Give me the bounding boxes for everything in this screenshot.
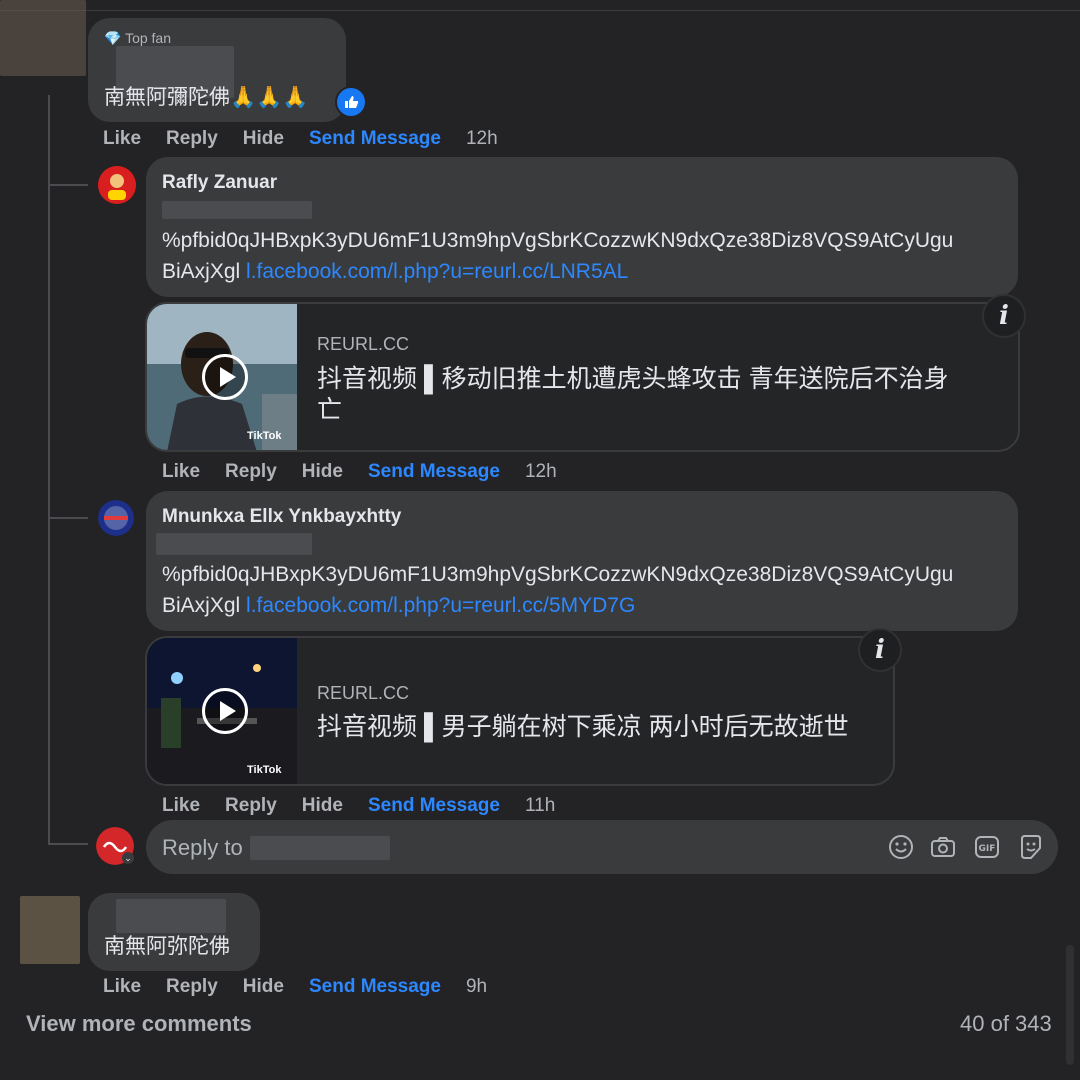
smile-icon[interactable]	[886, 832, 916, 862]
comment-actions: Like Reply Hide Send Message 11h	[162, 795, 580, 817]
info-icon[interactable]: i	[858, 628, 902, 672]
avatar-blurred[interactable]	[20, 896, 80, 964]
tiktok-watermark: TikTok	[247, 430, 282, 442]
hide-button[interactable]: Hide	[243, 128, 284, 150]
scrollbar[interactable]	[1066, 945, 1074, 1065]
reply-target-blurred	[250, 836, 390, 860]
reply-input[interactable]: Reply to	[146, 820, 1058, 874]
avatar-blurred[interactable]	[0, 0, 86, 76]
send-message-button[interactable]: Send Message	[309, 976, 441, 998]
comment-text-line2: BiAxjXgl l.facebook.com/l.php?u=reurl.cc…	[162, 594, 636, 617]
gif-icon[interactable]: GIF	[972, 832, 1002, 862]
diamond-icon: 💎	[104, 30, 122, 46]
avatar[interactable]	[98, 500, 134, 536]
external-link[interactable]: l.facebook.com/l.php?u=reurl.cc/5MYD7G	[246, 594, 635, 617]
comment-actions: Like Reply Hide Send Message 12h	[162, 461, 582, 483]
link-preview-card[interactable]: TikTok REURL.CC 抖音视频 ▌移动旧推土机遭虎头蜂攻击 青年送院后…	[145, 302, 1020, 452]
hide-button[interactable]: Hide	[302, 461, 343, 483]
comment-text: %pfbid0qJHBxpK3yDU6mF1U3m9hpVgSbrKCozzwK…	[162, 563, 954, 586]
comment-text: 南無阿彌陀佛🙏🙏🙏	[104, 86, 309, 109]
video-thumbnail[interactable]: TikTok	[147, 638, 297, 784]
link-domain: REURL.CC	[317, 683, 410, 703]
reply-placeholder: Reply to	[162, 835, 243, 860]
link-preview-card[interactable]: TikTok REURL.CC 抖音视频 ▌男子躺在树下乘凉 两小时后无故逝世	[145, 636, 895, 786]
thread-branch	[48, 843, 88, 845]
reply-button[interactable]: Reply	[225, 795, 277, 817]
comment-bubble: Rafly Zanuar %pfbid0qJHBxpK3yDU6mF1U3m9h…	[146, 157, 1018, 297]
comment-text: 南無阿弥陀佛	[104, 935, 230, 958]
blurred-text	[156, 533, 312, 555]
hide-button[interactable]: Hide	[302, 795, 343, 817]
comment-bubble: Mnunkxa Ellx Ynkbayxhtty %pfbid0qJHBxpK3…	[146, 491, 1018, 631]
camera-icon[interactable]	[928, 832, 958, 862]
comment-count: 40 of 343	[960, 1011, 1052, 1036]
author-name-blurred[interactable]	[116, 899, 226, 933]
avatar[interactable]	[98, 166, 136, 204]
link-title[interactable]: 抖音视频 ▌男子躺在树下乘凉 两小时后无故逝世	[317, 712, 849, 743]
like-reaction-icon[interactable]	[335, 86, 367, 118]
comment-actions: Like Reply Hide Send Message 9h	[103, 976, 512, 998]
comment-text: %pfbid0qJHBxpK3yDU6mF1U3m9hpVgSbrKCozzwK…	[162, 229, 954, 252]
thread-branch	[48, 517, 88, 519]
send-message-button[interactable]: Send Message	[368, 461, 500, 483]
tiktok-watermark: TikTok	[247, 764, 282, 776]
timestamp[interactable]: 12h	[525, 461, 557, 483]
play-icon[interactable]	[202, 688, 248, 734]
reply-button[interactable]: Reply	[166, 128, 218, 150]
like-button[interactable]: Like	[162, 461, 200, 483]
video-thumbnail[interactable]: TikTok	[147, 304, 297, 450]
like-button[interactable]: Like	[103, 128, 141, 150]
svg-text:GIF: GIF	[979, 844, 996, 854]
send-message-button[interactable]: Send Message	[368, 795, 500, 817]
comment-actions: Like Reply Hide Send Message 12h	[103, 128, 523, 150]
sticker-icon[interactable]	[1016, 832, 1046, 862]
comment-bubble: 💎 Top fan 南無阿彌陀佛🙏🙏🙏	[88, 18, 346, 122]
author-name[interactable]: Mnunkxa Ellx Ynkbayxhtty	[162, 506, 401, 528]
avatar-dropdown-icon[interactable]: ⌄	[122, 852, 134, 864]
top-fan-badge: 💎 Top fan	[104, 30, 172, 46]
reply-button[interactable]: Reply	[166, 976, 218, 998]
thread-line	[48, 95, 50, 843]
thread-branch	[48, 184, 88, 186]
link-domain: REURL.CC	[317, 334, 410, 354]
info-icon[interactable]: i	[982, 294, 1026, 338]
timestamp[interactable]: 9h	[466, 976, 487, 998]
timestamp[interactable]: 11h	[525, 795, 555, 817]
reply-button[interactable]: Reply	[225, 461, 277, 483]
author-name[interactable]: Rafly Zanuar	[162, 172, 277, 194]
timestamp[interactable]: 12h	[466, 128, 498, 150]
like-button[interactable]: Like	[162, 795, 200, 817]
send-message-button[interactable]: Send Message	[309, 128, 441, 150]
play-icon[interactable]	[202, 354, 248, 400]
top-divider	[0, 10, 1080, 11]
hide-button[interactable]: Hide	[243, 976, 284, 998]
external-link[interactable]: l.facebook.com/l.php?u=reurl.cc/LNR5AL	[246, 260, 628, 283]
like-button[interactable]: Like	[103, 976, 141, 998]
blurred-text	[162, 201, 312, 219]
comment-bubble: 南無阿弥陀佛	[88, 893, 260, 971]
link-title[interactable]: 抖音视频 ▌移动旧推土机遭虎头蜂攻击 青年送院后不治身 亡	[317, 364, 1007, 426]
view-more-comments-link[interactable]: View more comments	[26, 1011, 252, 1037]
comment-text-line2: BiAxjXgl l.facebook.com/l.php?u=reurl.cc…	[162, 260, 629, 283]
